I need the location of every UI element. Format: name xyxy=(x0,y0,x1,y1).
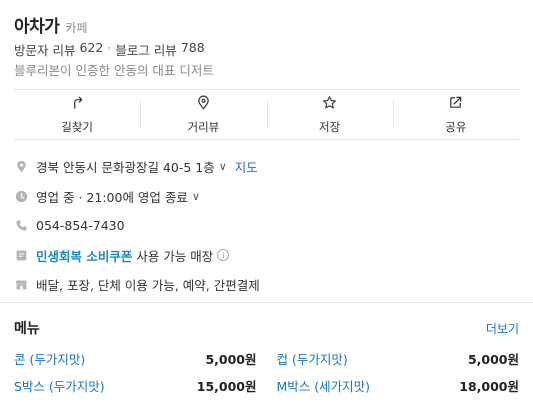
menu-item-name[interactable]: S박스 (두가지맛) xyxy=(14,376,105,395)
review-separator: · xyxy=(107,40,112,55)
place-title: 아차가 xyxy=(14,17,60,37)
chevron-down-icon[interactable]: ∨ xyxy=(219,160,227,173)
share-label: 공유 xyxy=(445,119,467,134)
menu-item-price: 15,000원 xyxy=(196,379,257,394)
chevron-down-icon[interactable]: ∨ xyxy=(192,190,200,203)
place-info: 경북 안동시 문화광장길 40-5 1층 ∨ 지도 영업 중 · 21:00에 … xyxy=(14,152,519,300)
save-label: 저장 xyxy=(319,119,341,134)
clock-icon xyxy=(14,189,28,203)
place-description: 블루리본이 인증한 안동의 대표 디저트 xyxy=(14,63,214,78)
place-header: 아차가 카페 방문자 리뷰 622 · 블로그 리뷰 788 블루리본이 인증한… xyxy=(14,12,519,78)
phone-number[interactable]: 054-854-7430 xyxy=(36,218,125,233)
hours-status: 영업 중 xyxy=(36,189,75,205)
street-view-label: 거리뷰 xyxy=(187,119,220,134)
share-icon xyxy=(448,95,463,114)
address-row: 경북 안동시 문화광장길 40-5 1층 ∨ 지도 xyxy=(14,152,519,182)
menu-item-name[interactable]: 콘 (두가지맛) xyxy=(14,349,85,368)
address-text: 경북 안동시 문화광장길 40-5 1층 xyxy=(36,160,215,176)
store-icon xyxy=(14,278,28,292)
menu-title: 메뉴 xyxy=(14,321,40,337)
place-category: 카페 xyxy=(65,21,88,35)
menu-item-price: 18,000원 xyxy=(459,379,519,394)
action-bar: 길찾기 거리뷰 저장 공유 xyxy=(14,89,519,140)
location-pin-icon xyxy=(196,95,211,114)
coupon-text: 사용 가능 매장 xyxy=(136,248,214,264)
share-button[interactable]: 공유 xyxy=(392,90,519,139)
menu-item[interactable]: 콘 (두가지맛) 5,000원 xyxy=(14,345,257,372)
coupon-icon xyxy=(14,248,28,262)
info-icon[interactable]: i xyxy=(217,249,230,262)
menu-item[interactable]: M박스 (세가지맛) 18,000원 xyxy=(277,372,520,399)
review-summary: 방문자 리뷰 622 · 블로그 리뷰 788 xyxy=(14,40,205,59)
menu-item-price: 5,000원 xyxy=(467,352,519,367)
menu-item-name[interactable]: 컵 (두가지맛) xyxy=(277,349,348,368)
star-icon xyxy=(322,95,337,114)
coupon-row: 민생회복 소비쿠폰 사용 가능 매장 i xyxy=(14,241,519,271)
menu-header: 메뉴 더보기 xyxy=(14,318,519,338)
title-row: 아차가 카페 xyxy=(14,12,519,38)
visitor-review-label[interactable]: 방문자 리뷰 xyxy=(14,40,75,59)
save-button[interactable]: 저장 xyxy=(266,90,393,139)
blog-review-label[interactable]: 블로그 리뷰 xyxy=(115,40,176,59)
directions-label: 길찾기 xyxy=(61,119,93,134)
phone-icon xyxy=(14,219,28,233)
menu-list: 콘 (두가지맛) 5,000원 컵 (두가지맛) 5,000원 S박스 (두가지… xyxy=(14,345,519,399)
section-divider xyxy=(0,302,533,303)
menu-item[interactable]: S박스 (두가지맛) 15,000원 xyxy=(14,372,257,399)
phone-row: 054-854-7430 xyxy=(14,211,519,241)
services-row: 배달, 포장, 단체 이용 가능, 예약, 간편결제 xyxy=(14,270,519,300)
map-link[interactable]: 지도 xyxy=(235,157,258,176)
street-view-button[interactable]: 거리뷰 xyxy=(140,90,266,139)
map-pin-icon xyxy=(14,160,28,174)
directions-icon xyxy=(70,95,85,114)
services-text: 배달, 포장, 단체 이용 가능, 예약, 간편결제 xyxy=(36,278,260,294)
menu-item-price: 5,000원 xyxy=(205,352,257,367)
more-button[interactable]: 더보기 xyxy=(486,320,519,337)
menu-item[interactable]: 컵 (두가지맛) 5,000원 xyxy=(277,345,520,372)
menu-item-name[interactable]: M박스 (세가지맛) xyxy=(277,376,371,395)
coupon-name: 민생회복 소비쿠폰 xyxy=(36,248,133,264)
visitor-review-count[interactable]: 622 xyxy=(79,40,103,59)
hours-detail: · 21:00에 영업 종료 xyxy=(78,189,188,205)
hours-row[interactable]: 영업 중 · 21:00에 영업 종료 ∨ xyxy=(14,182,519,212)
blog-review-count[interactable]: 788 xyxy=(181,40,205,59)
directions-button[interactable]: 길찾기 xyxy=(14,90,140,139)
